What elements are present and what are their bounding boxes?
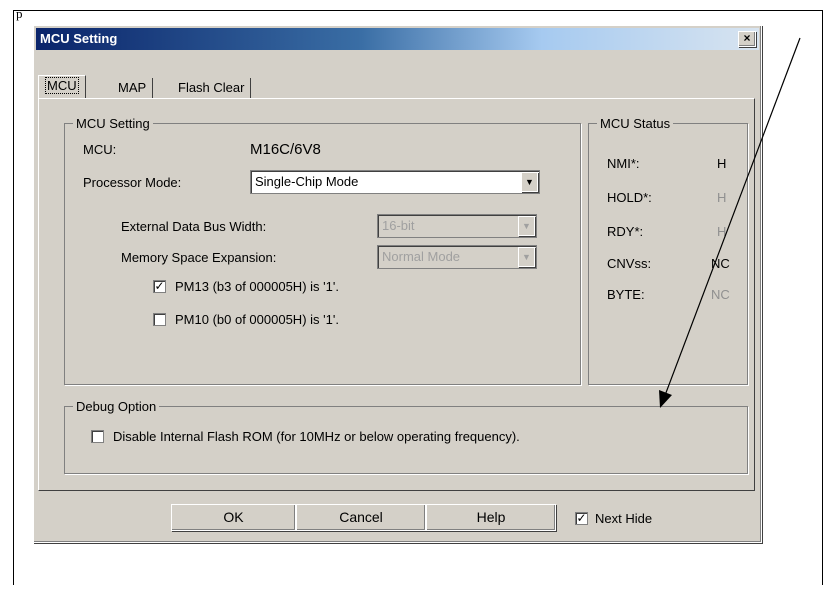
status-nmi-value: H <box>717 156 727 171</box>
debug-option-group-title: Debug Option <box>73 399 160 414</box>
close-button[interactable]: × <box>738 31 756 47</box>
chevron-down-icon[interactable]: ▼ <box>521 172 538 192</box>
tab-map[interactable]: MAP <box>112 78 154 98</box>
status-cnvss-value: NC <box>711 256 730 271</box>
mcu-status-group: MCU Status NMI*: H HOLD*: H RDY*: H CNVs… <box>588 116 748 385</box>
status-hold-name: HOLD*: <box>607 190 652 205</box>
dialog-title: MCU Setting <box>40 31 118 46</box>
tab-flash-clear-label: Flash Clear <box>178 80 245 95</box>
processor-mode-value: Single-Chip Mode <box>255 174 359 189</box>
cancel-button[interactable]: Cancel <box>296 504 426 531</box>
mcu-label: MCU: <box>83 142 117 157</box>
mcu-value: M16C/6V8 <box>250 141 321 158</box>
pm10-label: PM10 (b0 of 000005H) is '1'. <box>175 312 339 327</box>
tab-flash-clear[interactable]: Flash Clear <box>172 78 252 98</box>
tab-map-label: MAP <box>118 80 147 95</box>
tab-mcu-label: MCU <box>45 77 79 94</box>
mcu-setting-group-title: MCU Setting <box>73 116 153 131</box>
disable-flash-checkbox[interactable] <box>91 430 104 443</box>
ext-bus-width-value: 16-bit <box>382 218 415 233</box>
mcu-status-group-title: MCU Status <box>597 116 674 131</box>
status-rdy-value: H <box>717 224 727 239</box>
title-bar[interactable]: MCU Setting × <box>36 28 759 50</box>
memory-expansion-label: Memory Space Expansion: <box>121 250 277 265</box>
ext-bus-width-label: External Data Bus Width: <box>121 219 267 234</box>
chevron-down-icon[interactable]: ▼ <box>518 216 535 236</box>
status-cnvss-name: CNVss: <box>607 256 652 271</box>
memory-expansion-select[interactable]: Normal Mode ▼ <box>377 245 537 269</box>
cancel-button-label: Cancel <box>339 509 383 525</box>
ext-bus-width-select[interactable]: 16-bit ▼ <box>377 214 537 238</box>
memory-expansion-value: Normal Mode <box>382 249 461 264</box>
help-button-label: Help <box>476 509 506 525</box>
checkmark-icon: ✓ <box>576 511 587 525</box>
processor-mode-select[interactable]: Single-Chip Mode ▼ <box>250 170 540 194</box>
processor-mode-label: Processor Mode: <box>83 175 182 190</box>
chevron-down-icon[interactable]: ▼ <box>518 247 535 267</box>
status-hold-value: H <box>717 190 727 205</box>
mcu-setting-dialog: MCU Setting × MCU MAP Flash Clear MCU Se… <box>33 25 762 543</box>
top-caption: p <box>16 6 23 21</box>
pm13-label: PM13 (b3 of 000005H) is '1'. <box>175 279 339 294</box>
ok-button-label: OK <box>223 509 244 525</box>
status-byte-name: BYTE: <box>607 287 645 302</box>
status-nmi-name: NMI*: <box>607 156 640 171</box>
status-byte-value: NC <box>711 287 730 302</box>
debug-option-group: Debug Option Disable Internal Flash ROM … <box>64 399 748 474</box>
pm13-checkbox[interactable]: ✓ <box>153 280 166 293</box>
close-icon: × <box>743 31 751 45</box>
checkmark-icon: ✓ <box>154 279 165 293</box>
disable-flash-label: Disable Internal Flash ROM (for 10MHz or… <box>113 429 520 444</box>
help-button[interactable]: Help <box>426 504 556 531</box>
ok-button[interactable]: OK <box>171 504 296 531</box>
next-hide-label: Next Hide <box>595 511 653 526</box>
status-rdy-name: RDY*: <box>607 224 644 239</box>
tab-mcu[interactable]: MCU <box>38 75 86 99</box>
mcu-setting-group: MCU Setting MCU: M16C/6V8 Processor Mode… <box>64 116 581 385</box>
next-hide-checkbox[interactable]: ✓ <box>575 512 588 525</box>
pm10-checkbox[interactable] <box>153 313 166 326</box>
